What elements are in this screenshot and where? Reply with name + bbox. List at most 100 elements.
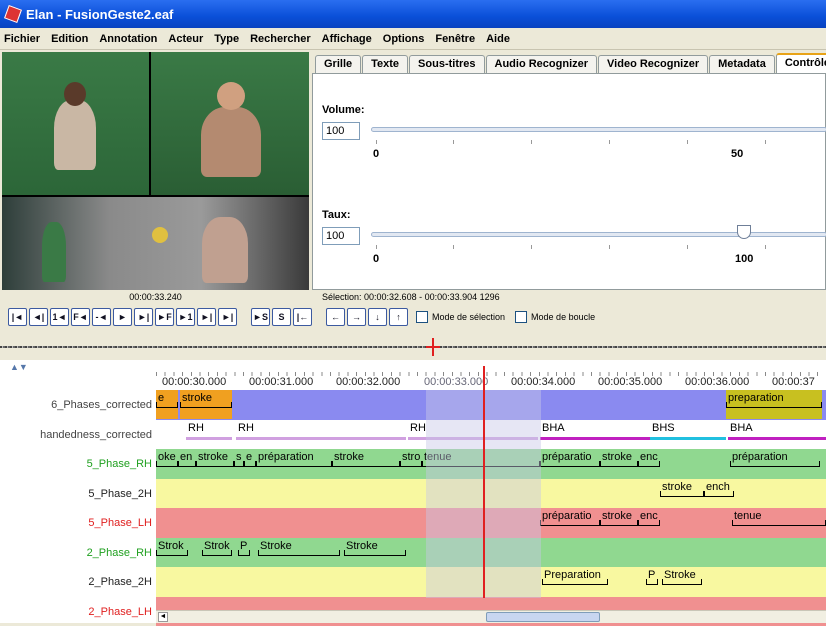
next-frame-button[interactable]: ►F bbox=[155, 308, 174, 326]
annotation-boundary bbox=[730, 461, 820, 467]
annotation-boundary bbox=[728, 437, 826, 440]
annotation-boundary bbox=[156, 402, 178, 408]
annotation[interactable]: BHA bbox=[540, 420, 650, 449]
rate-slider[interactable] bbox=[371, 232, 826, 237]
selection-begin-button[interactable]: |← bbox=[293, 308, 312, 326]
tab-sous-titres[interactable]: Sous-titres bbox=[409, 55, 484, 74]
video-frame-right bbox=[151, 52, 309, 195]
menu-edition[interactable]: Edition bbox=[51, 33, 88, 45]
menu-fichier[interactable]: Fichier bbox=[4, 33, 40, 45]
arrow-down-button[interactable]: ↓ bbox=[368, 308, 387, 326]
menu-acteur[interactable]: Acteur bbox=[168, 33, 203, 45]
ruler-label: 00:00:35.000 bbox=[598, 376, 662, 388]
annotation-boundary bbox=[244, 461, 256, 467]
tier-name[interactable]: 5_Phase_2H bbox=[0, 488, 156, 500]
tab-texte[interactable]: Texte bbox=[362, 55, 408, 74]
clear-selection-button[interactable]: S bbox=[272, 308, 291, 326]
next-second-button[interactable]: ►1 bbox=[176, 308, 195, 326]
play-button[interactable]: ► bbox=[113, 308, 132, 326]
tier-name[interactable]: 5_Phase_RH bbox=[0, 458, 156, 470]
arrow-up-button[interactable]: ↑ bbox=[389, 308, 408, 326]
volume-label: Volume: bbox=[322, 104, 365, 116]
rate-label: Taux: bbox=[322, 209, 351, 221]
horizontal-scrollbar[interactable]: ◄ bbox=[156, 610, 826, 623]
overview-cursor-icon[interactable] bbox=[426, 338, 440, 356]
volume-input[interactable]: 100 bbox=[322, 122, 360, 140]
go-to-begin-button[interactable]: |◄ bbox=[8, 308, 27, 326]
annotation-boundary bbox=[186, 437, 232, 440]
menu-affichage[interactable]: Affichage bbox=[322, 33, 372, 45]
annotation[interactable]: BHA bbox=[728, 420, 826, 449]
tab-metadata[interactable]: Metadata bbox=[709, 55, 775, 74]
selection-mode-box[interactable] bbox=[416, 311, 428, 323]
time-ruler[interactable]: ▲▼ 00:00:30.000 00:00:31.000 00:00:32.00… bbox=[0, 360, 826, 390]
menu-type[interactable]: Type bbox=[214, 33, 239, 45]
annotation-boundary bbox=[662, 579, 702, 585]
tab-video-recognizer[interactable]: Video Recognizer bbox=[598, 55, 708, 74]
previous-frame-button[interactable]: F◄ bbox=[71, 308, 90, 326]
annotation-boundary bbox=[234, 461, 244, 467]
annotation-boundary bbox=[600, 520, 638, 526]
arrow-left-button[interactable]: ← bbox=[326, 308, 345, 326]
menu-annotation[interactable]: Annotation bbox=[99, 33, 157, 45]
volume-slider[interactable] bbox=[371, 127, 826, 132]
selection-mode-label: Mode de sélection bbox=[432, 312, 505, 322]
selection-mode-checkbox[interactable]: Mode de sélection bbox=[416, 311, 505, 323]
next-ms-button[interactable]: ►| bbox=[134, 308, 153, 326]
tier-name[interactable]: 2_Phase_LH bbox=[0, 606, 156, 618]
annotation[interactable]: RH bbox=[186, 420, 232, 449]
tab-controles[interactable]: Contrôles bbox=[776, 53, 826, 74]
volume-tick-mid: 50 bbox=[731, 148, 743, 160]
window-title: Elan - FusionGeste2.eaf bbox=[26, 7, 173, 22]
menu-bar: Fichier Edition Annotation Acteur Type R… bbox=[0, 28, 826, 50]
tier-name[interactable]: 2_Phase_2H bbox=[0, 576, 156, 588]
next-scrollview-button[interactable]: ►| bbox=[197, 308, 216, 326]
tier-name[interactable]: 2_Phase_RH bbox=[0, 547, 156, 559]
annotation-boundary bbox=[178, 461, 196, 467]
tab-grille[interactable]: Grille bbox=[315, 55, 361, 74]
ruler-zoom-icon[interactable]: ▲▼ bbox=[10, 362, 28, 372]
selection-info: Sélection: 00:00:32.608 - 00:00:33.904 1… bbox=[322, 292, 500, 302]
tab-audio-recognizer[interactable]: Audio Recognizer bbox=[486, 55, 598, 74]
annotation[interactable]: RH bbox=[236, 420, 406, 449]
previous-second-button[interactable]: 1◄ bbox=[50, 308, 69, 326]
loop-mode-checkbox[interactable]: Mode de boucle bbox=[515, 311, 595, 323]
annotation[interactable]: BHS bbox=[650, 420, 726, 449]
loop-mode-box[interactable] bbox=[515, 311, 527, 323]
timeline-overview[interactable] bbox=[0, 336, 826, 358]
arrow-right-button[interactable]: → bbox=[347, 308, 366, 326]
crosshair-cursor[interactable] bbox=[483, 366, 485, 598]
rate-input[interactable]: 100 bbox=[322, 227, 360, 245]
annotation-boundary bbox=[332, 461, 400, 467]
play-selection-button[interactable]: ►S bbox=[251, 308, 270, 326]
scrollbar-thumb[interactable] bbox=[486, 612, 600, 622]
go-to-end-button[interactable]: ►| bbox=[218, 308, 237, 326]
scroll-left-icon[interactable]: ◄ bbox=[158, 612, 168, 622]
previous-ms-button[interactable]: -◄ bbox=[92, 308, 111, 326]
elan-app-icon bbox=[4, 5, 22, 23]
annotation-boundary bbox=[540, 461, 600, 467]
annotation-tracks[interactable]: 6_Phases_correctedestrokepreparationhand… bbox=[0, 390, 826, 623]
ruler-label: 00:00:36.000 bbox=[685, 376, 749, 388]
annotation-boundary bbox=[540, 437, 650, 440]
previous-scrollview-button[interactable]: ◄| bbox=[29, 308, 48, 326]
menu-fenetre[interactable]: Fenêtre bbox=[435, 33, 475, 45]
tier-name[interactable]: handedness_corrected bbox=[0, 429, 156, 441]
annotation-boundary bbox=[646, 579, 658, 585]
rate-slider-thumb[interactable] bbox=[737, 225, 751, 239]
ruler-label: 00:00:34.000 bbox=[511, 376, 575, 388]
tier-name[interactable]: 6_Phases_corrected bbox=[0, 399, 156, 411]
menu-rechercher[interactable]: Rechercher bbox=[250, 33, 311, 45]
annotation-boundary bbox=[542, 579, 608, 585]
ruler-label: 00:00:33.000 bbox=[424, 376, 488, 388]
tier-name[interactable]: 5_Phase_LH bbox=[0, 517, 156, 529]
ruler-label: 00:00:31.000 bbox=[249, 376, 313, 388]
menu-aide[interactable]: Aide bbox=[486, 33, 510, 45]
video-viewer[interactable] bbox=[2, 52, 309, 290]
media-controls: |◄ ◄| 1◄ F◄ -◄ ► ►| ►F ►1 ►| ►| ►S S |← … bbox=[8, 306, 605, 328]
annotation-boundary bbox=[156, 550, 188, 556]
annotation-boundary bbox=[400, 461, 422, 467]
menu-options[interactable]: Options bbox=[383, 33, 425, 45]
annotation-boundary bbox=[196, 461, 234, 467]
video-frame-wide bbox=[2, 197, 309, 290]
